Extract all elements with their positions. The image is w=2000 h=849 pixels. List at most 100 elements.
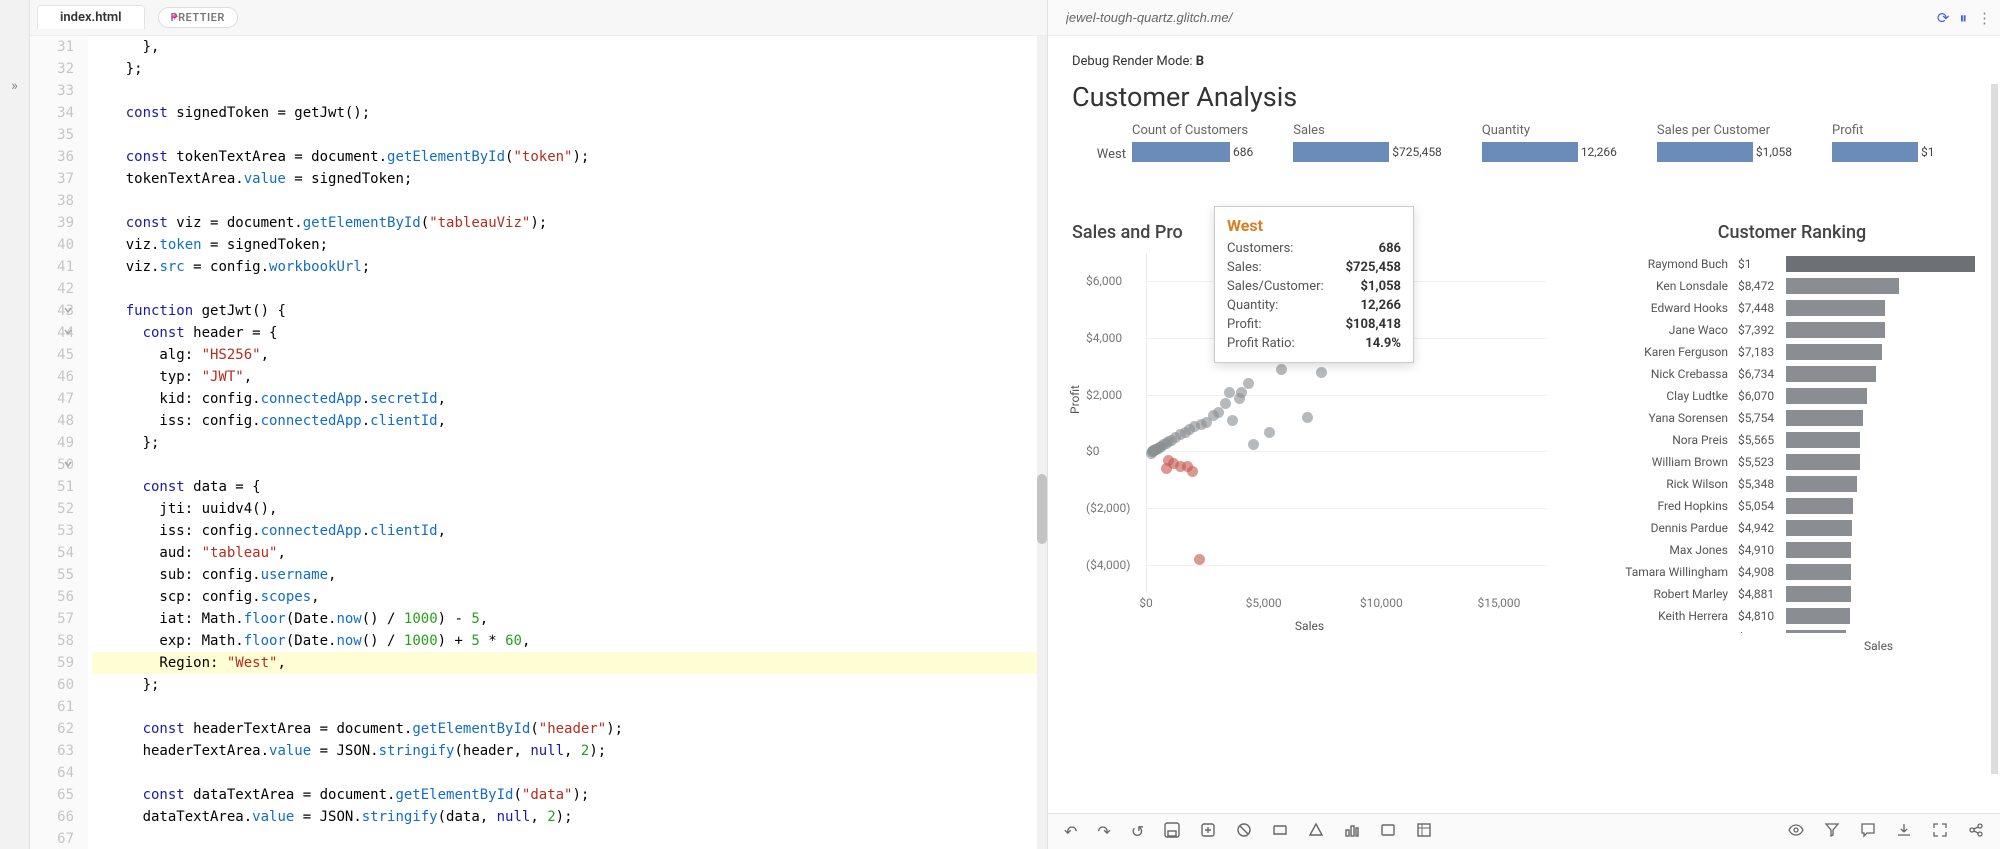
scatter-point[interactable] (1227, 415, 1238, 426)
download-icon[interactable] (1896, 822, 1912, 842)
scatter-point[interactable] (1234, 393, 1245, 404)
kpi-sales-per-customer[interactable]: Sales per Customer$1,058 (1657, 123, 1792, 162)
rank-row[interactable]: Raymond Buch$1 (1594, 253, 1990, 275)
metrics-icon[interactable] (1344, 822, 1360, 842)
scatter-point[interactable] (1264, 427, 1275, 438)
rank-row[interactable]: Maribeth Schnelling$4,468 (1594, 627, 1990, 633)
rank-name: Clay Ludtke (1594, 389, 1734, 403)
ranking-chart[interactable]: Raymond Buch$1Ken Lonsdale$8,472Edward H… (1594, 253, 1990, 633)
scatter-point[interactable] (1187, 466, 1198, 477)
undo-icon[interactable]: ↶ (1064, 822, 1077, 841)
rank-name: Max Jones (1594, 543, 1734, 557)
debug-render-mode: Debug Render Mode: B (1072, 54, 1990, 69)
prettier-icon: ✦ (171, 12, 182, 23)
rank-bar (1786, 608, 1850, 624)
kpi-label: Count of Customers (1132, 123, 1253, 142)
kpi-count-of-customers[interactable]: Count of Customers686 (1132, 123, 1253, 162)
rank-name: Karen Ferguson (1594, 345, 1734, 359)
fullscreen-icon[interactable] (1932, 822, 1948, 842)
share-icon[interactable] (1968, 822, 1984, 842)
kpi-row: West Count of Customers686Sales$725,458Q… (1072, 123, 1990, 162)
rank-bar (1786, 542, 1851, 558)
rank-value: $4,881 (1734, 587, 1786, 601)
pause-icon[interactable]: ⏸ (1959, 9, 1967, 27)
rank-row[interactable]: Karen Ferguson$7,183 (1594, 341, 1990, 363)
kpi-value: $1,058 (1753, 142, 1792, 162)
ranking-title: Customer Ranking (1594, 222, 1990, 243)
rank-value: $6,734 (1734, 367, 1786, 381)
kpi-profit[interactable]: Profit$1 (1832, 123, 1935, 162)
pause-data-icon[interactable] (1236, 822, 1252, 842)
scatter-point[interactable] (1146, 448, 1157, 459)
rank-row[interactable]: Max Jones$4,910 (1594, 539, 1990, 561)
editor-body[interactable]: 3132333435363738394041424344454647484950… (30, 36, 1047, 849)
comment-icon[interactable] (1860, 822, 1876, 842)
preview-scrollbar[interactable] (1991, 84, 1998, 774)
rank-name: Nora Preis (1594, 433, 1734, 447)
subscribe-icon[interactable] (1380, 822, 1396, 842)
view-data-icon[interactable] (1272, 822, 1288, 842)
rank-row[interactable]: Yana Sorensen$5,754 (1594, 407, 1990, 429)
sidebar-expand-button[interactable]: » (0, 0, 30, 849)
rank-name: Keith Herrera (1594, 609, 1734, 623)
rank-row[interactable]: Jane Waco$7,392 (1594, 319, 1990, 341)
rank-bar (1786, 300, 1885, 316)
more-icon[interactable]: ⋮ (1977, 9, 1992, 27)
rank-row[interactable]: Dennis Pardue$4,942 (1594, 517, 1990, 539)
kpi-quantity[interactable]: Quantity12,266 (1482, 123, 1617, 162)
rank-row[interactable]: Nora Preis$5,565 (1594, 429, 1990, 451)
rank-row[interactable]: William Brown$5,523 (1594, 451, 1990, 473)
scatter-point[interactable] (1276, 364, 1287, 375)
rank-name: Ken Lonsdale (1594, 279, 1734, 293)
file-tab[interactable]: index.html (38, 6, 144, 29)
rank-name: Edward Hooks (1594, 301, 1734, 315)
rank-row[interactable]: Clay Ludtke$6,070 (1594, 385, 1990, 407)
editor-column: index.html ✦ PRETTIER 313233343536373839… (30, 0, 1047, 849)
rank-value: $8,472 (1734, 279, 1786, 293)
rank-value: $4,810 (1734, 609, 1786, 623)
preview-pane: ⟳ ⏸ ⋮ Debug Render Mode: B Customer Anal… (1047, 0, 2000, 849)
code-area[interactable]: }, }; const signedToken = getJwt(); cons… (88, 36, 1047, 849)
edit-icon[interactable] (1416, 822, 1432, 842)
rank-row[interactable]: Robert Marley$4,881 (1594, 583, 1990, 605)
watch-icon[interactable] (1788, 822, 1804, 842)
save-icon[interactable] (1164, 822, 1180, 842)
url-input[interactable] (1056, 4, 1929, 31)
rank-bar (1786, 454, 1860, 470)
editor-scrollbar-track[interactable] (1037, 36, 1047, 849)
rank-row[interactable]: Nick Crebassa$6,734 (1594, 363, 1990, 385)
rank-bar (1786, 564, 1851, 580)
viz-toolbar: ↶ ↷ ↺ (1048, 813, 2000, 849)
scatter-y-label: Profit (1068, 385, 1082, 414)
rank-row[interactable]: Tamara Willingham$4,908 (1594, 561, 1990, 583)
scatter-point[interactable] (1194, 554, 1205, 565)
editor-scrollbar-thumb[interactable] (1037, 474, 1047, 544)
rank-row[interactable]: Fred Hopkins$5,054 (1594, 495, 1990, 517)
ranking-chart-block: Customer Ranking Raymond Buch$1Ken Lonsd… (1594, 222, 1990, 633)
rank-row[interactable]: Rick Wilson$5,348 (1594, 473, 1990, 495)
rank-row[interactable]: Edward Hooks$7,448 (1594, 297, 1990, 319)
rank-name: Yana Sorensen (1594, 411, 1734, 425)
rank-value: $5,565 (1734, 433, 1786, 447)
replay-icon[interactable]: ↺ (1131, 822, 1144, 841)
redo-icon[interactable]: ↷ (1097, 822, 1110, 841)
scatter-point[interactable] (1316, 367, 1327, 378)
refresh-icon[interactable]: ⟳ (1937, 9, 1950, 27)
kpi-sales[interactable]: Sales$725,458 (1293, 123, 1442, 162)
charts-row: Sales and Pro Profit $6,000$4,000$2,000$… (1072, 222, 1990, 633)
alert-icon[interactable] (1308, 822, 1324, 842)
scatter-point[interactable] (1161, 463, 1172, 474)
rank-name: Tamara Willingham (1594, 565, 1734, 579)
rank-row[interactable]: Keith Herrera$4,810 (1594, 605, 1990, 627)
rank-value: $4,942 (1734, 521, 1786, 535)
rank-name: Fred Hopkins (1594, 499, 1734, 513)
rank-bar (1786, 630, 1846, 633)
filter-icon[interactable] (1824, 822, 1840, 842)
scatter-point[interactable] (1302, 412, 1313, 423)
rank-row[interactable]: Ken Lonsdale$8,472 (1594, 275, 1990, 297)
revert-icon[interactable] (1200, 822, 1216, 842)
scatter-point[interactable] (1248, 439, 1259, 450)
rank-value: $7,448 (1734, 301, 1786, 315)
line-gutter: 3132333435363738394041424344454647484950… (30, 36, 88, 849)
prettier-button[interactable]: ✦ PRETTIER (158, 7, 238, 28)
